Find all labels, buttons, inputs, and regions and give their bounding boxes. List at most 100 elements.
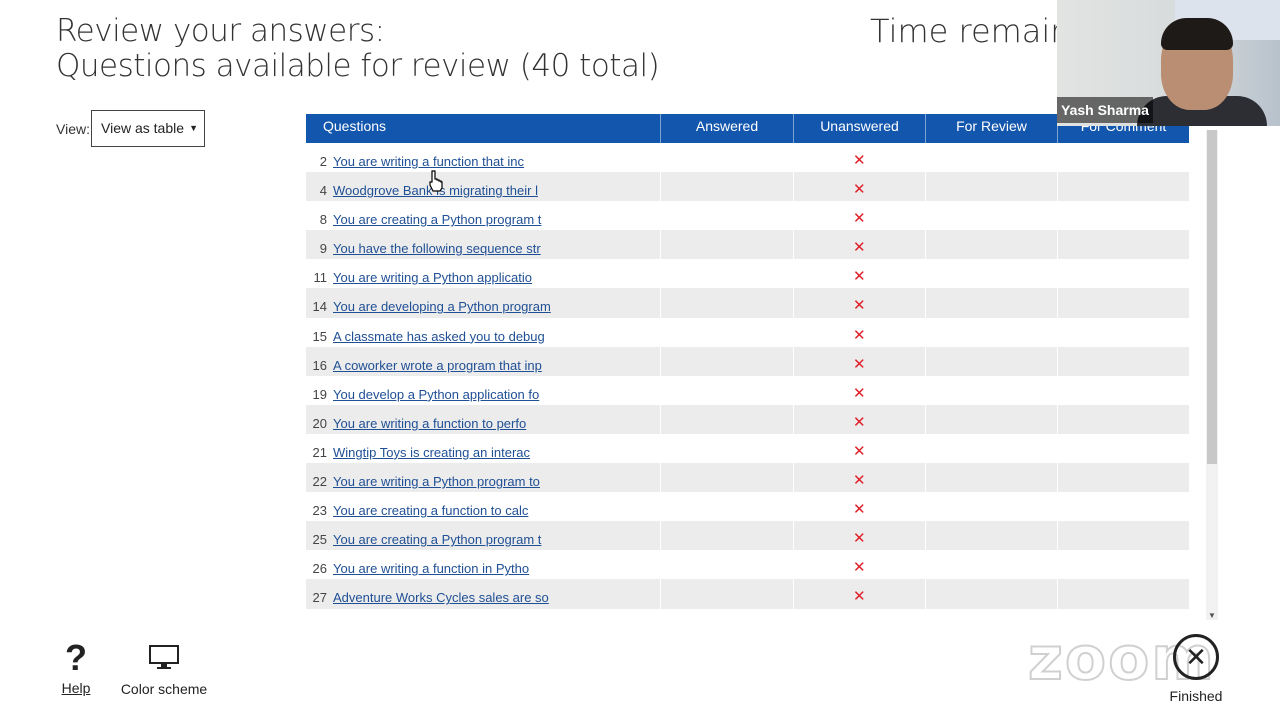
- unanswered-x-icon: ✕: [853, 559, 866, 577]
- cell-divider: [1057, 259, 1058, 289]
- cell-divider: [793, 201, 794, 231]
- cell-divider: [925, 375, 926, 405]
- question-link[interactable]: You are writing a Python applicatio: [333, 270, 532, 285]
- question-number: 26: [312, 561, 327, 577]
- scroll-down-icon[interactable]: ▼: [1206, 611, 1218, 620]
- cell-divider: [660, 579, 661, 609]
- question-link[interactable]: You are writing a Python program to: [333, 474, 540, 489]
- question-number: 15: [312, 328, 327, 344]
- column-header-answered[interactable]: Answered: [660, 114, 793, 143]
- question-link[interactable]: A coworker wrote a program that inp: [333, 358, 542, 373]
- cell-divider: [793, 579, 794, 609]
- question-link[interactable]: You are writing a function that inc: [333, 154, 524, 169]
- cell-divider: [1057, 288, 1058, 318]
- question-link[interactable]: You develop a Python application fo: [333, 387, 539, 402]
- question-number: 16: [312, 357, 327, 373]
- cell-divider: [1057, 317, 1058, 347]
- scrollbar-thumb[interactable]: [1207, 130, 1217, 464]
- unanswered-x-icon: ✕: [853, 384, 866, 402]
- cell-divider: [1057, 492, 1058, 522]
- review-subtitle: Questions available for review (40 total…: [56, 48, 660, 84]
- monitor-icon: [149, 645, 179, 669]
- question-link[interactable]: You are writing a function in Pytho: [333, 561, 529, 576]
- help-icon: ?: [65, 637, 87, 678]
- cell-divider: [660, 550, 661, 580]
- cell-divider: [793, 550, 794, 580]
- cell-divider: [660, 521, 661, 551]
- cell-divider: [925, 201, 926, 231]
- table-row: 22 You are writing a Python program to ✕: [306, 463, 1189, 493]
- unanswered-x-icon: ✕: [853, 472, 866, 490]
- table-row: 11 You are writing a Python applicatio ✕: [306, 259, 1189, 289]
- table-scrollbar[interactable]: ▼: [1206, 130, 1218, 620]
- table-row: 26 You are writing a function in Pytho ✕: [306, 550, 1189, 580]
- unanswered-x-icon: ✕: [853, 181, 866, 199]
- cell-divider: [925, 143, 926, 173]
- cell-divider: [793, 172, 794, 202]
- column-header-for-review[interactable]: For Review: [925, 114, 1057, 143]
- cell-divider: [660, 317, 661, 347]
- question-number: 25: [312, 532, 327, 548]
- cell-divider: [660, 492, 661, 522]
- cell-divider: [793, 521, 794, 551]
- cell-divider: [793, 259, 794, 289]
- cell-divider: [793, 317, 794, 347]
- chevron-down-icon: ▼: [189, 123, 198, 133]
- cell-divider: [1057, 230, 1058, 260]
- page-heading: Review your answers: Questions available…: [56, 14, 660, 84]
- unanswered-x-icon: ✕: [853, 355, 866, 373]
- column-header-unanswered[interactable]: Unanswered: [793, 114, 925, 143]
- table-row: 9 You have the following sequence str ✕: [306, 230, 1189, 260]
- cell-divider: [793, 492, 794, 522]
- cell-divider: [925, 579, 926, 609]
- cell-divider: [793, 463, 794, 493]
- cell-divider: [793, 288, 794, 318]
- question-number: 14: [312, 299, 327, 315]
- question-number: 2: [319, 154, 327, 169]
- cell-divider: [925, 433, 926, 464]
- cell-divider: [1057, 463, 1058, 493]
- table-row: 21 Wingtip Toys is creating an interac ✕: [306, 433, 1189, 464]
- unanswered-x-icon: ✕: [853, 268, 866, 286]
- cell-divider: [660, 259, 661, 289]
- finished-label: Finished: [1169, 688, 1223, 704]
- cell-divider: [793, 346, 794, 376]
- column-header-questions[interactable]: Questions: [306, 114, 660, 143]
- cell-divider: [925, 288, 926, 318]
- unanswered-x-icon: ✕: [853, 501, 866, 519]
- cell-divider: [660, 172, 661, 202]
- cell-divider: [793, 143, 794, 173]
- unanswered-x-icon: ✕: [853, 297, 866, 315]
- table-row: 25 You are creating a Python program t ✕: [306, 521, 1189, 551]
- question-link[interactable]: You are creating a Python program t: [333, 532, 541, 547]
- cell-divider: [793, 230, 794, 260]
- table-row: 15 A classmate has asked you to debug ✕: [306, 317, 1189, 347]
- question-link[interactable]: You are developing a Python program: [333, 299, 551, 314]
- view-select[interactable]: View as table ▼: [91, 110, 205, 147]
- cell-divider: [660, 404, 661, 434]
- video-thumbnail: Yash Sharma: [1057, 0, 1280, 126]
- cell-divider: [925, 172, 926, 202]
- cell-divider: [793, 375, 794, 405]
- help-button[interactable]: ? Help: [58, 637, 94, 697]
- question-link[interactable]: Wingtip Toys is creating an interac: [333, 445, 530, 460]
- question-link[interactable]: You have the following sequence str: [333, 241, 541, 256]
- question-number: 23: [312, 503, 327, 519]
- cell-divider: [1057, 143, 1058, 173]
- cell-divider: [1057, 404, 1058, 434]
- color-scheme-label: Color scheme: [120, 681, 208, 697]
- cell-divider: [660, 288, 661, 318]
- cell-divider: [660, 201, 661, 231]
- cell-divider: [925, 346, 926, 376]
- hand-cursor-icon: [429, 170, 443, 192]
- table-row: 8 You are creating a Python program t ✕: [306, 201, 1189, 231]
- question-link[interactable]: Adventure Works Cycles sales are so: [333, 590, 549, 605]
- color-scheme-button[interactable]: Color scheme: [118, 644, 210, 697]
- cell-divider: [925, 404, 926, 434]
- finished-button[interactable]: ✕ Finished: [1166, 634, 1226, 704]
- question-link[interactable]: You are writing a function to perfo: [333, 416, 526, 431]
- question-link[interactable]: You are creating a Python program t: [333, 212, 541, 227]
- question-link[interactable]: A classmate has asked you to debug: [333, 329, 545, 344]
- question-link[interactable]: You are creating a function to calc: [333, 503, 528, 518]
- question-number: 11: [313, 270, 328, 286]
